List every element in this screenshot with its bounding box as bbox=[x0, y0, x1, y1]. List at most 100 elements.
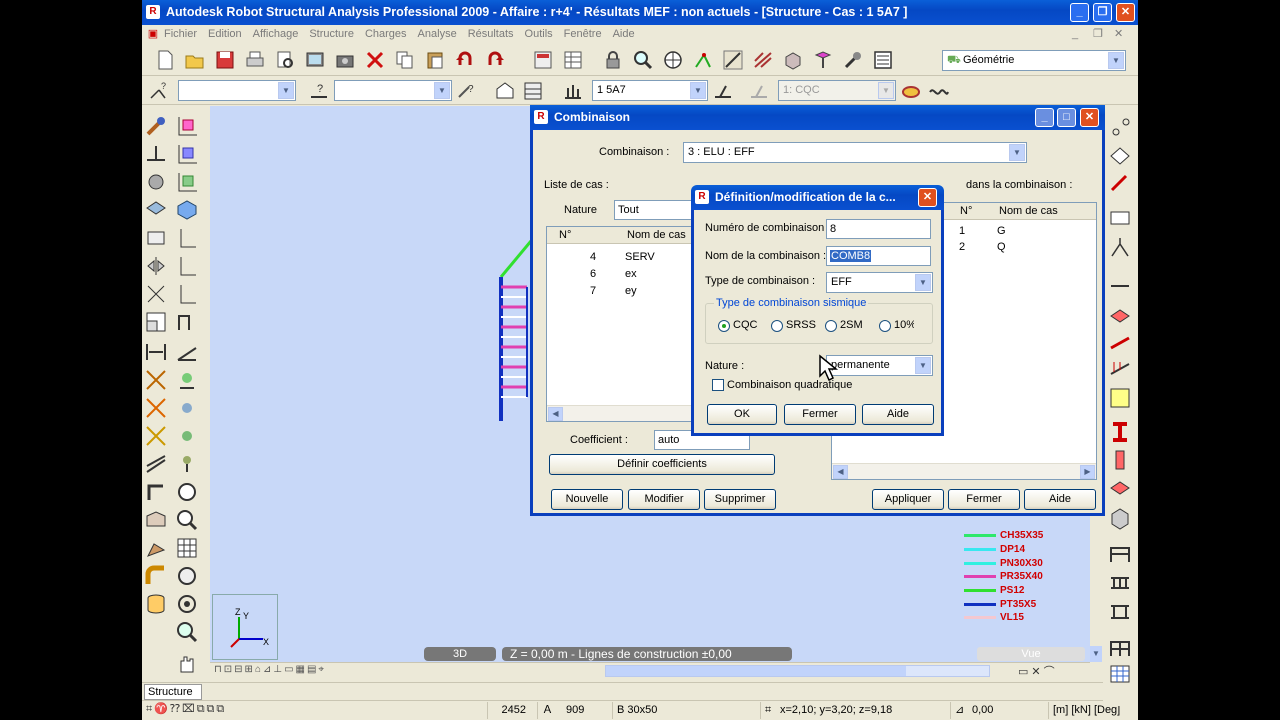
beam-section-icon[interactable] bbox=[1108, 420, 1132, 444]
menu-analyse[interactable]: Analyse bbox=[418, 28, 457, 40]
mdi-minimize-icon[interactable]: _ bbox=[1072, 25, 1078, 43]
globe-icon[interactable] bbox=[662, 49, 684, 71]
nodes-tool-icon[interactable] bbox=[1108, 116, 1132, 140]
type-selector[interactable]: EFF ▼ bbox=[826, 272, 933, 293]
available-cases-list[interactable]: N° Nom de cas 4 SERV 6 ex 7 ey ◀ bbox=[546, 226, 696, 422]
extend-tool-icon[interactable] bbox=[144, 340, 168, 364]
save-icon[interactable] bbox=[214, 49, 236, 71]
display-filter-icons[interactable]: ⊓⊡⊟⊞⌂⊿⊥▭▦▤⌖ bbox=[214, 664, 414, 678]
aide-button[interactable]: Aide bbox=[1024, 489, 1096, 510]
tools-icon[interactable] bbox=[842, 49, 864, 71]
snap-tool-icon[interactable] bbox=[144, 282, 168, 306]
axis-x-icon[interactable] bbox=[175, 114, 199, 138]
nodal-tool-icon[interactable] bbox=[175, 424, 199, 448]
axis-y2-icon[interactable] bbox=[175, 254, 199, 278]
pan-icon[interactable] bbox=[175, 652, 199, 676]
load-tool-icon[interactable] bbox=[175, 452, 199, 476]
menu-affichage[interactable]: Affichage bbox=[253, 28, 299, 40]
truss-tool-icon[interactable] bbox=[175, 340, 199, 364]
doc-icon[interactable]: ▣ bbox=[142, 25, 164, 43]
node-selection-input[interactable]: ▼ bbox=[178, 80, 296, 101]
zoom-window-icon[interactable] bbox=[175, 620, 199, 644]
deformation-icon[interactable] bbox=[928, 80, 950, 102]
scroll-down-icon[interactable]: ▼ bbox=[1090, 646, 1102, 662]
support-tool-icon[interactable] bbox=[175, 368, 199, 392]
grid-tool-icon[interactable] bbox=[175, 536, 199, 560]
node-query-icon[interactable]: ? bbox=[148, 80, 170, 102]
menu-fenetre[interactable]: Fenêtre bbox=[564, 28, 602, 40]
bar-query-icon[interactable]: ? bbox=[308, 80, 330, 102]
view-3d-icon[interactable] bbox=[175, 198, 199, 222]
redo-icon[interactable] bbox=[484, 49, 506, 71]
bars-icon[interactable] bbox=[722, 49, 744, 71]
dialog-minimize-button[interactable]: _ bbox=[1035, 108, 1054, 127]
combinaison-selector[interactable]: 3 : ELU : EFF ▼ bbox=[683, 142, 1027, 163]
query-zoom-icon[interactable] bbox=[175, 480, 199, 504]
mdi-restore-icon[interactable]: ❐ bbox=[1093, 25, 1103, 43]
line-tool-icon[interactable] bbox=[1108, 274, 1132, 298]
radio-2sm[interactable] bbox=[825, 320, 837, 332]
chevron-down-icon[interactable]: ▼ bbox=[690, 82, 706, 99]
animation-icon[interactable] bbox=[900, 80, 922, 102]
rotate-tool-icon[interactable] bbox=[144, 170, 168, 194]
corner-tool-icon[interactable] bbox=[144, 480, 168, 504]
definir-coefficients-button[interactable]: Définir coefficients bbox=[549, 454, 775, 475]
plate-tool-icon[interactable] bbox=[1108, 302, 1132, 326]
close-button[interactable]: ✕ bbox=[1116, 3, 1135, 22]
magnify-icon[interactable] bbox=[175, 508, 199, 532]
loads-icon[interactable] bbox=[812, 49, 834, 71]
chevron-down-icon[interactable]: ▼ bbox=[1108, 52, 1124, 69]
nature-filter[interactable]: Tout bbox=[614, 200, 694, 220]
orbit-icon[interactable] bbox=[175, 592, 199, 616]
numero-input[interactable]: 8 bbox=[826, 219, 931, 239]
frame-2d-icon[interactable] bbox=[1108, 542, 1132, 566]
tab-structure[interactable]: Structure bbox=[144, 684, 202, 700]
view-tools-icons[interactable]: ▭✕⌒ bbox=[1018, 663, 1058, 679]
case-selector[interactable]: 1 5A7 ▼ bbox=[592, 80, 708, 101]
zoom-icon[interactable] bbox=[632, 49, 654, 71]
chevron-down-icon[interactable]: ▼ bbox=[278, 82, 294, 99]
menu-edition[interactable]: Edition bbox=[208, 28, 242, 40]
box-tool-icon[interactable] bbox=[144, 508, 168, 532]
view-mode-badge[interactable]: 3D bbox=[424, 647, 496, 661]
bars-tool-icon[interactable] bbox=[1108, 172, 1132, 196]
menu-fichier[interactable]: Fichier bbox=[164, 28, 197, 40]
quadratique-checkbox[interactable] bbox=[712, 379, 724, 391]
paste-icon[interactable] bbox=[424, 49, 446, 71]
menu-aide[interactable]: Aide bbox=[613, 28, 635, 40]
undo-icon[interactable] bbox=[454, 49, 476, 71]
view-button[interactable]: Vue bbox=[977, 647, 1085, 661]
table-icon[interactable] bbox=[562, 49, 584, 71]
viewport-scrollbar[interactable] bbox=[605, 665, 990, 677]
hand-tool-icon[interactable] bbox=[144, 536, 168, 560]
wall-icon[interactable] bbox=[1108, 506, 1132, 530]
section-def-icon[interactable] bbox=[1108, 206, 1132, 230]
axis-y-icon[interactable] bbox=[175, 142, 199, 166]
appliquer-button[interactable]: Appliquer bbox=[872, 489, 944, 510]
table-3d-icon[interactable] bbox=[1108, 662, 1132, 686]
structure-3d-icon[interactable] bbox=[782, 49, 804, 71]
brush-tool-icon[interactable] bbox=[144, 114, 168, 138]
release-tool-icon[interactable] bbox=[175, 396, 199, 420]
load-def-icon[interactable] bbox=[1108, 330, 1132, 354]
stack-icon[interactable] bbox=[522, 80, 544, 102]
bar-selection-input[interactable]: ▼ bbox=[334, 80, 452, 101]
building-icon[interactable] bbox=[1108, 598, 1132, 622]
view-selector[interactable]: ⛟ Géométrie ▼ bbox=[942, 50, 1126, 71]
slab-icon[interactable] bbox=[1108, 478, 1132, 502]
horizontal-scrollbar[interactable]: ◀ bbox=[547, 405, 695, 421]
modifier-button[interactable]: Modifier bbox=[628, 489, 700, 510]
nom-input[interactable]: COMB8 bbox=[826, 246, 931, 266]
hatch-icon[interactable] bbox=[752, 49, 774, 71]
mirror-tool-icon[interactable] bbox=[144, 254, 168, 278]
fermer-button[interactable]: Fermer bbox=[948, 489, 1020, 510]
scroll-thumb[interactable] bbox=[606, 666, 906, 676]
copy-icon[interactable] bbox=[394, 49, 416, 71]
scroll-left-icon[interactable]: ◀ bbox=[833, 465, 848, 479]
axis-z2-icon[interactable] bbox=[175, 282, 199, 306]
menu-charges[interactable]: Charges bbox=[365, 28, 407, 40]
nouvelle-button[interactable]: Nouvelle bbox=[551, 489, 623, 510]
mdi-close-icon[interactable]: ✕ bbox=[1114, 25, 1123, 43]
cut-tool-icon[interactable] bbox=[144, 396, 168, 420]
rotate-view-icon[interactable] bbox=[175, 564, 199, 588]
